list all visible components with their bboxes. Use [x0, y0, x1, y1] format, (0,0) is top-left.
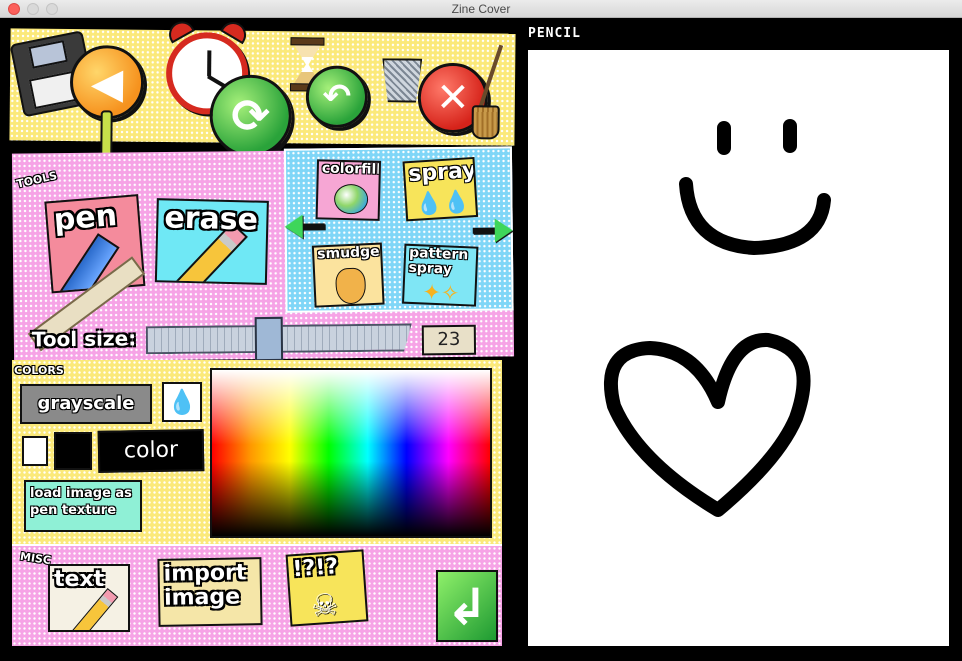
- smudge-hand-icon: [334, 267, 367, 305]
- subtools-panel: colorfill 💧💧 spray smudge ✦✧ pattern spr…: [283, 146, 514, 313]
- text-tool-label: text: [54, 567, 105, 592]
- top-toolbar: ◀ ⟳ ↶ ✕: [9, 16, 516, 158]
- grayscale-button[interactable]: grayscale: [20, 384, 152, 424]
- spray-label: spray: [407, 157, 478, 188]
- broom-brush: [471, 105, 500, 140]
- arrow-right-icon[interactable]: [494, 218, 513, 243]
- erase-tool-label: erase: [163, 200, 259, 238]
- undo-icon[interactable]: ↶: [305, 65, 369, 129]
- colorfill-tool-button[interactable]: colorfill: [315, 159, 382, 221]
- smiley-mouth: [679, 177, 831, 255]
- skull-icon: ☠: [310, 587, 340, 625]
- pen-tool-label: pen: [52, 197, 119, 238]
- tool-size-row: Tool size: 23: [28, 316, 488, 362]
- misc-panel: MISC text import image ☠ !?!? ↲: [12, 544, 502, 646]
- app-body: ◀ ⟳ ↶ ✕ TOOLS pen erase colorfill 💧💧 spr…: [0, 16, 962, 661]
- sparkle-icon: ✦✧: [421, 280, 460, 307]
- colorfill-blob-icon: [333, 183, 369, 215]
- broom-stick: [477, 44, 504, 113]
- drawing-canvas[interactable]: [528, 50, 949, 646]
- pattern-spray-label: pattern spray: [408, 244, 469, 278]
- trash-can-body: [382, 58, 422, 102]
- colors-panel: COLORS grayscale 💧 color load image as p…: [12, 360, 502, 550]
- water-drops-icon: 💧💧: [414, 189, 471, 218]
- back-icon[interactable]: ◀: [69, 44, 145, 120]
- colors-section-label: COLORS: [14, 364, 64, 377]
- color-palette-picker[interactable]: [210, 368, 492, 538]
- load-pen-texture-button[interactable]: load image as pen texture: [24, 480, 142, 532]
- canvas-drawing: [603, 119, 831, 517]
- import-image-label: import image: [163, 560, 247, 611]
- tool-size-label: Tool size:: [31, 326, 137, 352]
- arrow-left-icon[interactable]: [284, 214, 303, 239]
- tool-size-slider-thumb[interactable]: [255, 316, 284, 362]
- import-image-button[interactable]: import image: [157, 557, 263, 627]
- text-tool-button[interactable]: text: [48, 564, 130, 632]
- tool-size-value[interactable]: 23: [421, 324, 477, 356]
- floppy-shutter: [28, 40, 69, 69]
- title-bar: Zine Cover: [0, 0, 962, 18]
- clock-hand-hour: [207, 50, 212, 77]
- eyedropper-drop-icon[interactable]: 💧: [162, 382, 202, 422]
- hourglass-top: [290, 37, 325, 46]
- spray-tool-button[interactable]: 💧💧 spray: [402, 156, 479, 222]
- broom-icon[interactable]: [469, 43, 504, 143]
- smudge-tool-button[interactable]: smudge: [311, 242, 385, 308]
- swatch-black[interactable]: [54, 432, 92, 470]
- pattern-spray-tool-button[interactable]: ✦✧ pattern spray: [401, 243, 479, 307]
- window-title: Zine Cover: [451, 2, 511, 16]
- colorfill-label: colorfill: [321, 160, 382, 178]
- danger-button[interactable]: ☠ !?!?: [285, 549, 369, 627]
- swatch-white[interactable]: [22, 436, 48, 466]
- redo-icon[interactable]: ⟳: [209, 74, 293, 158]
- tools-section-label: TOOLS: [15, 169, 59, 191]
- canvas-mode-label: PENCIL: [528, 26, 581, 41]
- danger-label: !?!?: [291, 554, 340, 583]
- text-pencil-icon: [71, 588, 119, 630]
- tools-panel: TOOLS pen erase colorfill 💧💧 spray smudg…: [11, 146, 515, 362]
- done-arrow-icon[interactable]: ↲: [436, 570, 498, 642]
- erase-tool-button[interactable]: erase: [154, 198, 269, 285]
- current-color-button[interactable]: color: [97, 429, 205, 473]
- heart-shape: [603, 333, 811, 517]
- smudge-label: smudge: [316, 243, 380, 263]
